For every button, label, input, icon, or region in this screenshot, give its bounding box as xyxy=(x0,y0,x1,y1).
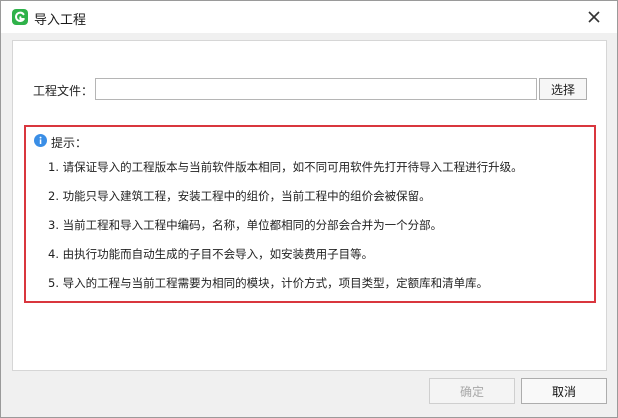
hint-item: 4. 由执行功能而自动生成的子目不会导入，如安装费用子目等。 xyxy=(48,247,374,261)
hint-item: 2. 功能只导入建筑工程，安装工程中的组价，当前工程中的组价会被保留。 xyxy=(48,189,431,203)
hint-item: 3. 当前工程和导入工程中编码，名称，单位都相同的分部会合并为一个分部。 xyxy=(48,218,443,232)
info-icon xyxy=(34,134,47,147)
project-file-label: 工程文件： xyxy=(33,84,94,98)
hint-item: 1. 请保证导入的工程版本与当前软件版本相同，如不同可用软件先打开待导入工程进行… xyxy=(48,160,523,174)
hint-item: 5. 导入的工程与当前工程需要为相同的模块，计价方式，项目类型，定额库和清单库。 xyxy=(48,276,489,290)
title-bar: 导入工程 xyxy=(1,1,617,33)
close-icon xyxy=(588,11,600,23)
select-file-button[interactable]: 选择 xyxy=(539,78,587,100)
content-panel: 工程文件： 选择 提示： 1. 请保证导入的工程版本与当前软件版本相同，如不同可… xyxy=(12,40,607,371)
close-button[interactable] xyxy=(583,6,605,28)
project-file-input[interactable] xyxy=(95,78,537,100)
ok-button[interactable]: 确定 xyxy=(429,378,515,404)
cancel-button[interactable]: 取消 xyxy=(521,378,607,404)
hint-box: 提示： 1. 请保证导入的工程版本与当前软件版本相同，如不同可用软件先打开待导入… xyxy=(24,125,596,303)
hint-list: 1. 请保证导入的工程版本与当前软件版本相同，如不同可用软件先打开待导入工程进行… xyxy=(48,160,523,305)
window-title: 导入工程 xyxy=(34,13,87,28)
hint-title: 提示： xyxy=(51,136,88,150)
app-logo-icon xyxy=(12,9,28,25)
import-project-dialog: 导入工程 工程文件： 选择 提示： 1. 请保证导入的工程版本与当前软件版本相同… xyxy=(0,0,618,418)
